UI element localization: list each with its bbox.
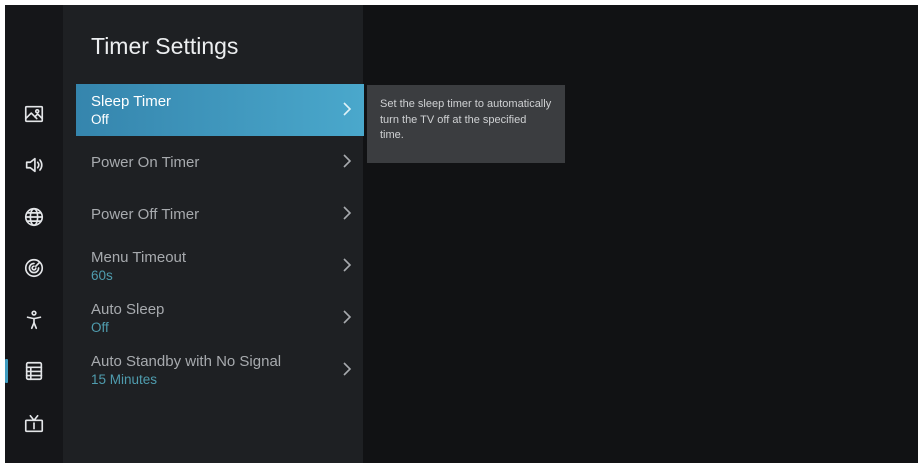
help-text: Set the sleep timer to automatically tur… [380, 98, 552, 141]
network-icon [24, 207, 44, 227]
rail-item-person[interactable] [5, 298, 63, 342]
rail-item-system[interactable] [5, 349, 63, 393]
tv-icon [24, 414, 44, 433]
tv-screen: Timer Settings Sleep Timer Off Power On … [5, 5, 918, 463]
menu-item-power-on-timer[interactable]: Power On Timer [76, 136, 364, 188]
rail-item-sound[interactable] [5, 143, 63, 187]
menu-item-menu-timeout[interactable]: Menu Timeout 60s [76, 240, 364, 292]
chevron-right-icon [342, 153, 352, 169]
item-label: Power On Timer [91, 154, 200, 171]
rail-item-network[interactable] [5, 195, 63, 239]
menu-item-auto-sleep[interactable]: Auto Sleep Off [76, 292, 364, 344]
rail-item-tv[interactable] [5, 402, 63, 446]
rail-item-picture[interactable] [5, 92, 63, 136]
menu-item-sleep-timer[interactable]: Sleep Timer Off [76, 84, 364, 136]
settings-icon-rail [5, 5, 63, 463]
menu-item-auto-standby[interactable]: Auto Standby with No Signal 15 Minutes [76, 344, 364, 396]
chevron-right-icon [342, 361, 352, 377]
item-value: 15 Minutes [91, 372, 158, 387]
chevron-right-icon [342, 257, 352, 273]
item-label: Power Off Timer [91, 206, 200, 223]
chevron-right-icon [342, 205, 352, 221]
accessibility-icon [24, 258, 44, 278]
selected-indicator [5, 359, 8, 383]
menu-item-power-off-timer[interactable]: Power Off Timer [76, 188, 364, 240]
item-value: 60s [91, 268, 113, 283]
chevron-right-icon [342, 309, 352, 325]
sound-icon [25, 157, 43, 173]
timer-settings-panel: Timer Settings Sleep Timer Off Power On … [63, 5, 364, 463]
item-label: Menu Timeout [91, 249, 187, 266]
chevron-right-icon [342, 101, 352, 117]
item-value: Off [91, 112, 109, 127]
help-tooltip: Set the sleep timer to automatically tur… [367, 85, 565, 163]
item-label: Auto Standby with No Signal [91, 353, 282, 370]
system-icon [25, 361, 43, 381]
item-value: Off [91, 320, 109, 335]
person-icon [26, 310, 42, 330]
picture-icon [24, 105, 44, 123]
rail-item-accessibility[interactable] [5, 246, 63, 290]
item-label: Auto Sleep [91, 301, 165, 318]
item-label: Sleep Timer [91, 93, 172, 110]
page-title: Timer Settings [91, 33, 239, 59]
